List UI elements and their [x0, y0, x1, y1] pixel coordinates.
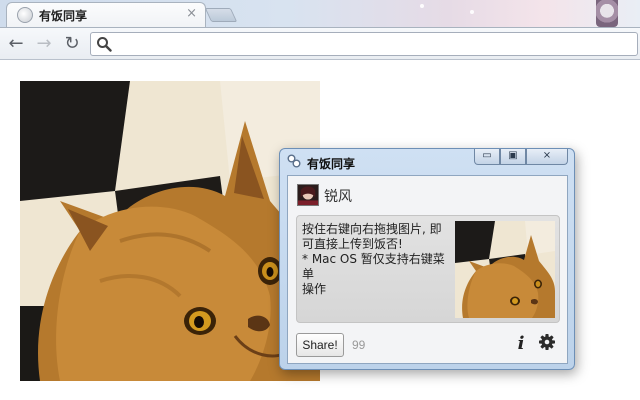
browser-toolbar: ← → ↻ — [0, 27, 640, 60]
page-content: 有饭同享 ▭ ▣ ⨯ 锐风 按住右键向右拖拽图片, 即 可直接上传到饭否! * … — [0, 60, 640, 400]
address-bar[interactable] — [90, 32, 638, 56]
forward-button[interactable]: → — [34, 34, 54, 54]
restore-button[interactable]: ▣ — [500, 149, 526, 165]
new-tab-button[interactable] — [204, 8, 238, 22]
instruction-text: 按住右键向右拖拽图片, 即 可直接上传到饭否! * Mac OS 暂仅支持右键菜… — [302, 222, 452, 297]
window-controls: ▭ ▣ ⨯ — [474, 149, 568, 165]
reload-button[interactable]: ↻ — [62, 34, 82, 54]
instruction-line: 操作 — [302, 282, 327, 296]
extension-popup-window: 有饭同享 ▭ ▣ ⨯ 锐风 按住右键向右拖拽图片, 即 可直接上传到饭否! * … — [279, 148, 575, 370]
share-button[interactable]: Share! — [296, 333, 344, 357]
share-count: 99 — [352, 338, 366, 352]
image-thumbnail[interactable] — [455, 221, 555, 318]
minimize-button[interactable]: ▭ — [474, 149, 500, 165]
popup-body: 锐风 按住右键向右拖拽图片, 即 可直接上传到饭否! * Mac OS 暂仅支持… — [287, 175, 568, 364]
tab-close-icon[interactable]: × — [186, 6, 197, 21]
decorative-sparkle — [470, 10, 474, 14]
info-icon[interactable]: i — [514, 333, 528, 354]
cat-photo[interactable] — [20, 81, 320, 381]
gear-icon[interactable] — [538, 333, 556, 351]
extension-icon — [287, 154, 301, 168]
browser-tab[interactable]: 有饭同享 × — [6, 2, 206, 27]
popup-titlebar[interactable]: 有饭同享 ▭ ▣ ⨯ — [280, 149, 574, 173]
instruction-line: * Mac OS 暂仅支持右键菜单 — [302, 252, 445, 281]
back-button[interactable]: ← — [6, 34, 26, 54]
avatar[interactable] — [297, 184, 319, 206]
instruction-line: 可直接上传到饭否! — [302, 237, 403, 251]
decorative-sparkle — [420, 4, 424, 8]
tab-title: 有饭同享 — [39, 9, 88, 23]
popup-title: 有饭同享 — [307, 157, 356, 171]
drop-zone[interactable]: 按住右键向右拖拽图片, 即 可直接上传到饭否! * Mac OS 暂仅支持右键菜… — [296, 215, 560, 323]
user-name: 锐风 — [324, 189, 352, 205]
instruction-line: 按住右键向右拖拽图片, 即 — [302, 222, 442, 236]
close-button[interactable]: ⨯ — [526, 149, 568, 165]
favicon-icon — [17, 7, 33, 23]
tab-strip: 有饭同享 × — [0, 0, 640, 27]
profile-avatar-icon[interactable] — [596, 0, 618, 27]
search-icon — [97, 37, 112, 52]
